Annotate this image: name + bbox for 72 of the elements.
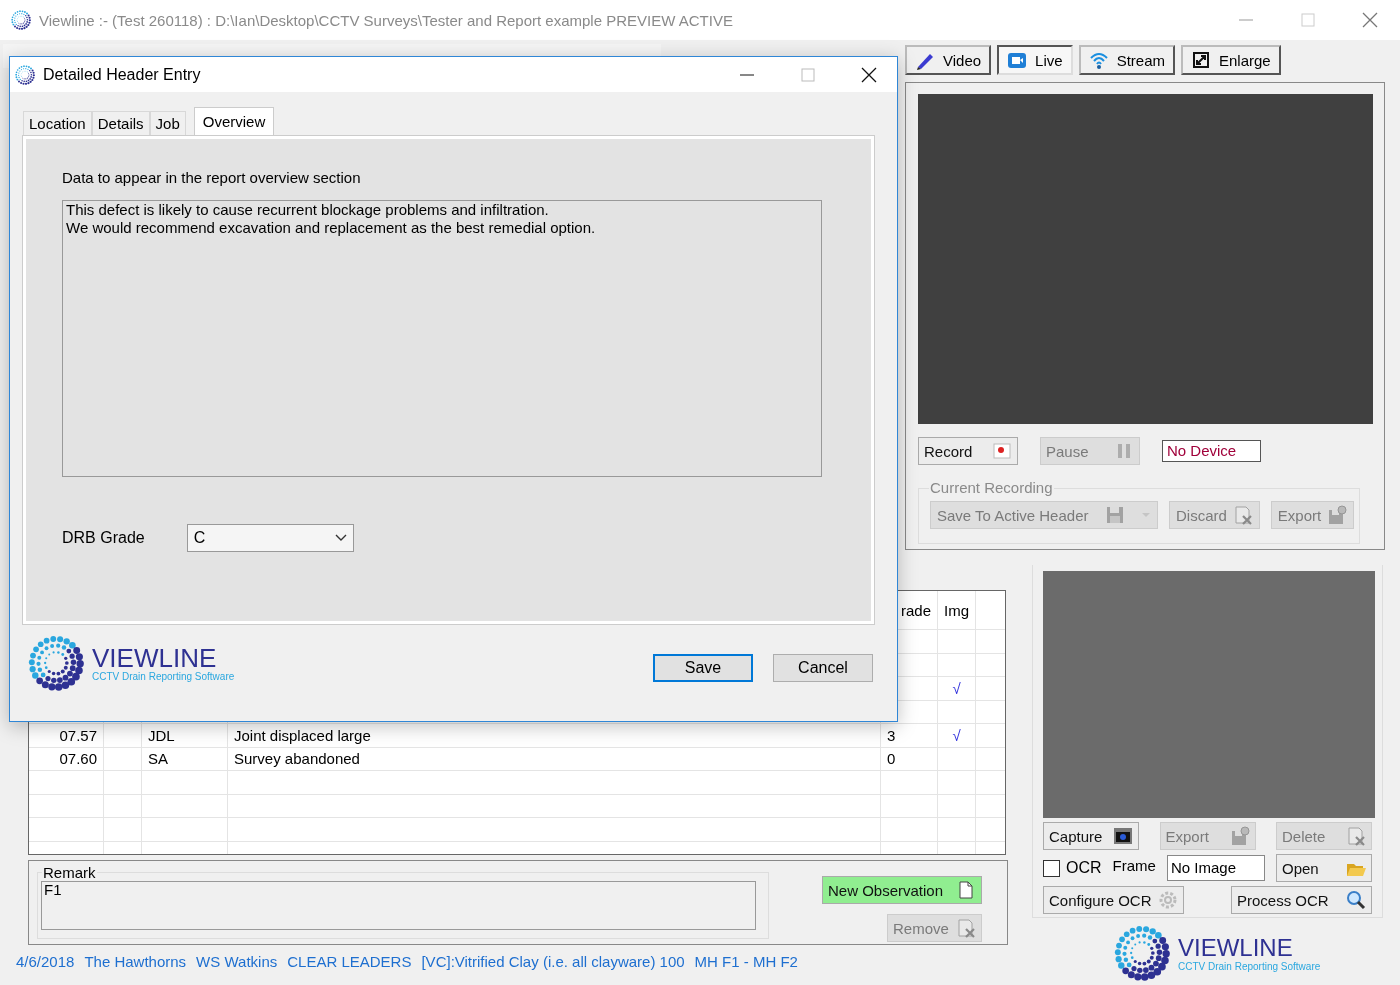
table-cell: √ (952, 679, 961, 697)
document-icon (956, 880, 976, 900)
camera-icon (1113, 826, 1133, 846)
logo-name: VIEWLINE (92, 644, 217, 671)
status-item: CLEAR LEADERS (287, 953, 412, 970)
save-button[interactable]: Save (653, 654, 753, 682)
tab[interactable]: Location (23, 111, 92, 135)
view-tab[interactable]: Stream (1078, 45, 1175, 75)
table-cell: Survey abandoned (234, 750, 360, 768)
dropdown-caret-icon (1141, 512, 1151, 518)
view-tab[interactable]: Video (905, 45, 992, 75)
column-header[interactable]: Img (944, 601, 969, 619)
logo-icon (26, 633, 86, 693)
section-caption: Data to appear in the report overview section (62, 169, 362, 186)
frame-label: Frame (1112, 857, 1156, 874)
page-cross-icon (1346, 826, 1366, 846)
record-icon (992, 441, 1012, 461)
gear-icon (1158, 890, 1178, 910)
status-item: The Hawthorns (84, 953, 187, 970)
configure-ocr-button[interactable]: Configure OCR (1043, 886, 1184, 914)
window-title: Viewline :- (Test 260118) : D:\Ian\Desktop\CCTV Surveys\Tester and Report example PREVIEW ACTIVE (39, 11, 733, 29)
logo-name: VIEWLINE (1178, 934, 1294, 961)
record-button[interactable]: Record (918, 437, 1018, 465)
group-title: Remark (42, 864, 97, 881)
tab[interactable]: Details (91, 111, 150, 135)
tab[interactable]: Job (149, 111, 186, 135)
search-icon (1346, 890, 1366, 910)
table-cell: JDL (148, 726, 175, 744)
group-title: Current Recording (929, 479, 1054, 496)
disk-gear-icon (1229, 826, 1250, 846)
table-cell: 07.60 (59, 750, 97, 768)
table-cell: 3 (887, 726, 896, 744)
status-item: 4/6/2018 (16, 953, 75, 970)
grade-dropdown[interactable]: C (186, 524, 354, 552)
view-tab[interactable]: Live (997, 45, 1073, 75)
cancel-button[interactable]: Cancel (773, 654, 873, 682)
frame-field: No Image (1166, 855, 1265, 881)
device-status-field: No Device (1162, 440, 1261, 462)
wifi-icon (1088, 50, 1109, 70)
logo-tagline: CCTV Drain Reporting Software (1178, 960, 1321, 972)
status-item: MH F1 - MH F2 (694, 953, 798, 970)
status-item: [VC]:Vitrified Clay (i.e. all clayware) 100 (421, 953, 685, 970)
table-cell: 0 (887, 750, 896, 768)
remark-field[interactable]: F1 (41, 881, 756, 930)
logo-tagline: CCTV Drain Reporting Software (92, 670, 235, 682)
open-button[interactable]: Open (1276, 854, 1372, 882)
table-cell: √ (952, 726, 961, 744)
column-header[interactable]: rade (900, 601, 931, 619)
expand-icon (1191, 50, 1211, 70)
view-tab[interactable]: Enlarge (1181, 45, 1281, 75)
new-observation-button[interactable]: New Observation (822, 876, 982, 904)
close-icon[interactable] (861, 66, 877, 83)
disk-gear-icon (1327, 505, 1348, 525)
field-label: DRB Grade (62, 529, 145, 547)
tab[interactable]: Overview (193, 107, 275, 135)
table-cell: SA (148, 750, 168, 768)
chevron-down-icon (334, 534, 347, 542)
checkbox-label: OCR (1066, 859, 1102, 877)
dialog-title: Detailed Header Entry (43, 65, 201, 84)
status-item: WS Watkins (196, 953, 278, 970)
video-camera-icon (1007, 50, 1028, 70)
table-cell: 07.57 (59, 726, 97, 744)
capture-button[interactable]: Capture (1043, 822, 1139, 850)
page-cross-icon (956, 918, 976, 938)
page-cross-icon (1232, 505, 1253, 525)
app-logo-icon (10, 9, 32, 31)
process-ocr-button[interactable]: Process OCR (1231, 886, 1372, 914)
ocr-checkbox[interactable] (1043, 859, 1060, 877)
app-logo-icon (14, 63, 36, 86)
logo-icon (1112, 923, 1172, 983)
table-cell: Joint displaced large (234, 726, 371, 744)
overview-text-field[interactable]: This defect is likely to cause recurrent blockage problems and infiltration. We would recommend excavation and replacement as the best remedial option. (62, 200, 822, 477)
